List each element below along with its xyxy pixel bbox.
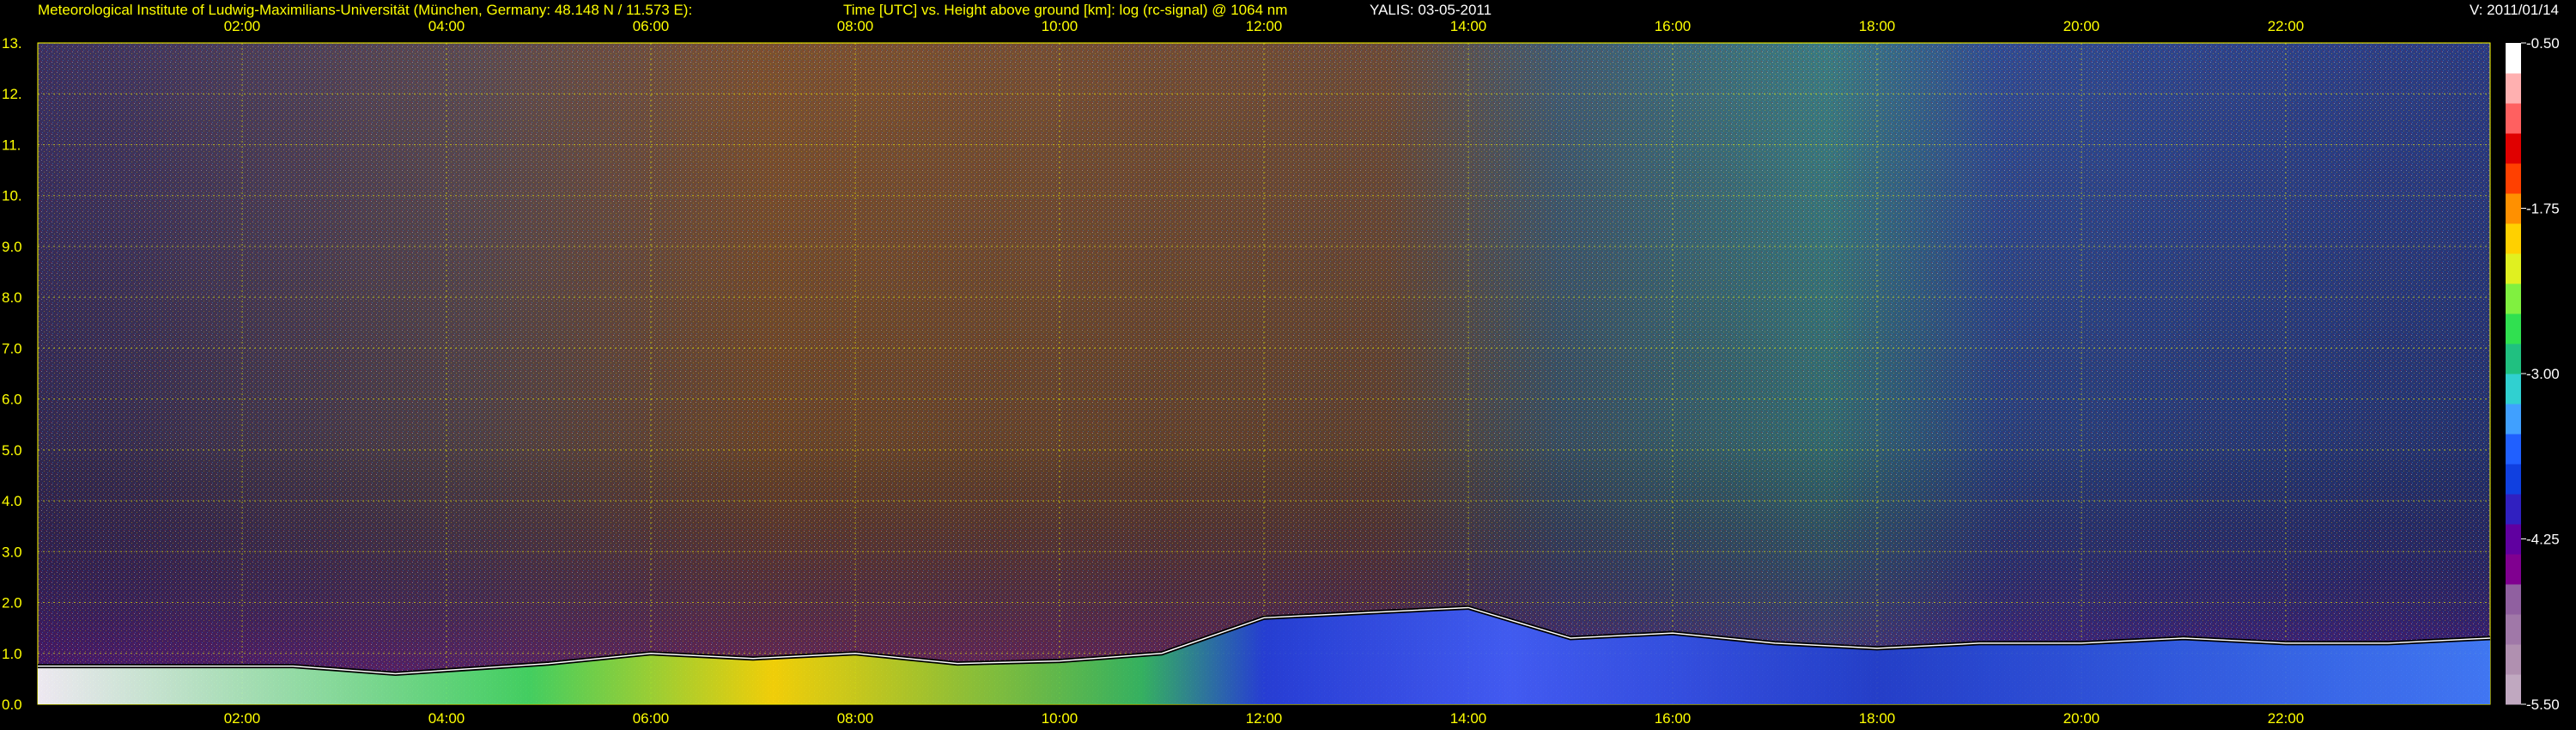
colorbar-segment [2506, 193, 2521, 224]
x-tick-label-bottom: 06:00 [633, 710, 670, 727]
x-tick-label-bottom: 08:00 [837, 710, 874, 727]
x-tick-label-top: 14:00 [1450, 18, 1487, 34]
y-tick-label: 8.0 [2, 289, 22, 306]
x-tick-label-top: 22:00 [2268, 18, 2305, 34]
colorbar-tick-label: -5.50 [2526, 697, 2560, 713]
y-tick-label: 13. [2, 35, 22, 52]
colorbar-segment [2506, 584, 2521, 615]
y-tick-label: 6.0 [2, 392, 22, 408]
y-tick-label: 3.0 [2, 544, 22, 560]
x-tick-label-top: 04:00 [428, 18, 465, 34]
x-tick-label-top: 10:00 [1042, 18, 1078, 34]
x-tick-label-bottom: 18:00 [1859, 710, 1896, 727]
x-tick-label-top: 06:00 [633, 18, 670, 34]
x-tick-label-top: 12:00 [1246, 18, 1283, 34]
x-tick-label-bottom: 22:00 [2268, 710, 2305, 727]
colorbar-segment [2506, 283, 2521, 314]
colorbar-segment [2506, 103, 2521, 134]
x-tick-label-bottom: 04:00 [428, 710, 465, 727]
colorbar-segment [2506, 253, 2521, 284]
colorbar-segment [2506, 614, 2521, 645]
y-axis: 0.0 1.0 2.0 3.0 4.0 5.0 6.0 7.0 8.0 9.0 10. 11. 12. 1… [2, 35, 22, 713]
y-tick-label: 12. [2, 86, 22, 102]
colorbar-segment [2506, 554, 2521, 585]
x-tick-label-top: 18:00 [1859, 18, 1896, 34]
colorbar: -0.50 -1.75 -3.00 -4.25 -5.50 [2506, 35, 2560, 713]
x-tick-label-top: 20:00 [2063, 18, 2100, 34]
colorbar-segment [2506, 494, 2521, 525]
colorbar-segment [2506, 434, 2521, 465]
x-tick-label-top: 02:00 [224, 18, 261, 34]
x-tick-label-bottom: 02:00 [224, 710, 261, 727]
colorbar-segment [2506, 73, 2521, 104]
colorbar-segment [2506, 313, 2521, 344]
y-tick-label: 5.0 [2, 442, 22, 459]
colorbar-segment [2506, 163, 2521, 194]
colorbar-tick-label: -0.50 [2526, 35, 2560, 52]
x-axis-bottom: 02:00 04:00 06:00 08:00 10:00 12:00 14:00 16:00… [224, 710, 2305, 727]
colorbar-segment [2506, 644, 2521, 675]
y-tick-label: 10. [2, 188, 22, 204]
x-tick-label-bottom: 20:00 [2063, 710, 2100, 727]
x-tick-label-bottom: 14:00 [1450, 710, 1487, 727]
colorbar-tick-label: -1.75 [2526, 201, 2560, 217]
colorbar-tick-label: -4.25 [2526, 532, 2560, 548]
lidar-chart: 0.0 1.0 2.0 3.0 4.0 5.0 6.0 7.0 8.0 9.0 10. 11. 12. 1… [2, 18, 2560, 727]
x-axis-top: 02:00 04:00 06:00 08:00 10:00 12:00 14:00 16:00… [224, 18, 2305, 34]
y-tick-label: 0.0 [2, 697, 22, 713]
x-tick-label-bottom: 10:00 [1042, 710, 1078, 727]
colorbar-segment [2506, 674, 2521, 705]
colorbar-segment [2506, 404, 2521, 435]
x-tick-label-top: 08:00 [837, 18, 874, 34]
colorbar-segment [2506, 43, 2521, 74]
colorbar-segment [2506, 464, 2521, 495]
colorbar-segment [2506, 223, 2521, 254]
colorbar-segment [2506, 524, 2521, 555]
y-tick-label: 11. [2, 137, 21, 153]
colorbar-segment [2506, 374, 2521, 405]
y-tick-label: 1.0 [2, 646, 22, 662]
x-tick-label-bottom: 16:00 [1655, 710, 1692, 727]
y-tick-label: 9.0 [2, 239, 22, 255]
colorbar-segment [2506, 133, 2521, 164]
y-tick-label: 2.0 [2, 595, 22, 611]
x-tick-label-bottom: 12:00 [1246, 710, 1283, 727]
x-tick-label-top: 16:00 [1655, 18, 1692, 34]
colorbar-segment [2506, 344, 2521, 374]
y-tick-label: 7.0 [2, 340, 22, 356]
y-tick-label: 4.0 [2, 493, 22, 509]
colorbar-tick-label: -3.00 [2526, 366, 2560, 382]
